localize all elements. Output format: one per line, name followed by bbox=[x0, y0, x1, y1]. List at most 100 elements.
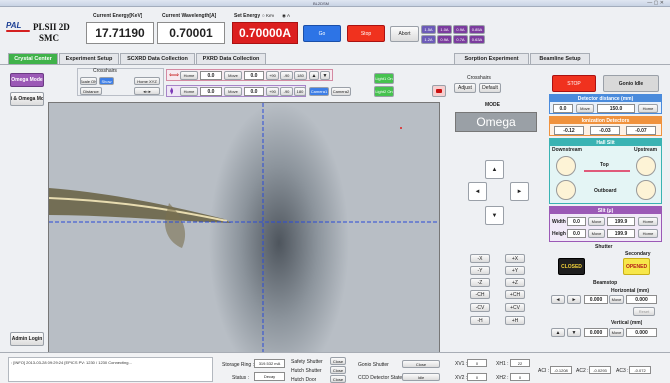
vertical-target[interactable]: 0.000 bbox=[626, 328, 657, 337]
width-target[interactable]: 199.9 bbox=[607, 217, 635, 226]
jog-minus-z[interactable]: -Z bbox=[470, 278, 490, 287]
hutch-shutter-close[interactable]: Close bbox=[330, 366, 346, 374]
detector-target[interactable]: 150.0 bbox=[597, 104, 635, 113]
rotate180-button[interactable]: 180 bbox=[294, 71, 307, 80]
admin-login-button[interactable]: Admin Login bbox=[10, 332, 44, 346]
shutter-closed-button[interactable]: CLOSED bbox=[558, 258, 585, 275]
jog-minus-h[interactable]: -H bbox=[470, 316, 490, 325]
arrows-button[interactable]: ◄▪► bbox=[134, 87, 160, 95]
stop-button[interactable]: Stop bbox=[347, 25, 385, 42]
home-button[interactable]: Home bbox=[180, 71, 198, 80]
height-move-button[interactable]: Move bbox=[588, 229, 605, 238]
hutch-door-close[interactable]: Close bbox=[330, 375, 346, 383]
jog-minus-cv[interactable]: -CV bbox=[470, 303, 490, 312]
camera1-button[interactable]: Camera1 bbox=[309, 87, 329, 96]
aperture-btn[interactable]: 1.0A bbox=[437, 25, 452, 34]
aperture-btn[interactable]: 0.7A bbox=[453, 35, 468, 44]
show-button[interactable]: Show bbox=[99, 77, 114, 85]
minus90-button[interactable]: -90 bbox=[280, 87, 293, 96]
slit-circle-right-bottom[interactable] bbox=[636, 180, 656, 200]
crosshairs-adjust-group: Crosshairs Adjust Default bbox=[452, 75, 507, 96]
detector-home-button[interactable]: Home bbox=[638, 104, 658, 113]
minus90-button[interactable]: -90 bbox=[280, 71, 293, 80]
detector-move-button[interactable]: Move bbox=[576, 104, 594, 113]
height-target[interactable]: 199.9 bbox=[607, 229, 635, 238]
jog-right-button[interactable]: ► bbox=[510, 182, 529, 201]
width-move-button[interactable]: Move bbox=[588, 217, 605, 226]
gonio-idle-button[interactable]: Gonio Idle bbox=[603, 75, 659, 92]
tab-scxrd[interactable]: SCXRD Data Collection bbox=[120, 53, 195, 64]
jog-plus-h[interactable]: +H bbox=[505, 316, 525, 325]
aperture-btn[interactable]: 1.5A bbox=[421, 25, 436, 34]
camera-view[interactable] bbox=[48, 102, 440, 370]
horizontal-left-button[interactable]: ◄ bbox=[551, 295, 565, 304]
shutter-opened-button[interactable]: OPENED bbox=[623, 258, 650, 275]
light1-button[interactable]: Light1 On bbox=[374, 73, 394, 84]
aperture-btn[interactable]: 0.9A bbox=[437, 35, 452, 44]
jog-up-button[interactable]: ▲ bbox=[485, 160, 504, 179]
horizontal-right-button[interactable]: ► bbox=[567, 295, 581, 304]
aperture-btn[interactable]: 0.9A bbox=[453, 25, 468, 34]
width-home-button[interactable]: Home bbox=[638, 217, 658, 226]
vertical-up-button[interactable]: ▲ bbox=[551, 328, 565, 337]
aperture-btn[interactable]: 1.2A bbox=[421, 35, 436, 44]
motor-target[interactable]: 0.0 bbox=[244, 71, 264, 80]
tab-experiment-setup[interactable]: Experiment Setup bbox=[59, 53, 119, 64]
unit-kev-radio[interactable]: ○ KeV bbox=[262, 13, 274, 18]
abort-button[interactable]: Abort bbox=[390, 26, 419, 42]
xv1-value: 0 bbox=[467, 359, 487, 367]
jog-minus-x[interactable]: -X bbox=[470, 254, 490, 263]
jog-plus-x[interactable]: +X bbox=[505, 254, 525, 263]
motor-target[interactable]: 0.0 bbox=[244, 87, 264, 96]
tab-pxrd[interactable]: PXRD Data Collection bbox=[196, 53, 266, 64]
up-arrow-button[interactable]: ▲ bbox=[309, 71, 319, 80]
record-button[interactable] bbox=[432, 85, 446, 97]
go-button[interactable]: Go bbox=[303, 25, 341, 42]
home-button[interactable]: Home bbox=[180, 87, 198, 96]
jog-down-button[interactable]: ▼ bbox=[485, 206, 504, 225]
down-arrow-button[interactable]: ▼ bbox=[320, 71, 330, 80]
slit-circle-left-bottom[interactable] bbox=[556, 180, 576, 200]
phi-omega-mode-button[interactable]: Phi & Omega Mode bbox=[10, 92, 44, 106]
plus90-button[interactable]: +90 bbox=[266, 87, 279, 96]
default-button[interactable]: Default bbox=[479, 83, 501, 93]
set-energy-value[interactable]: 0.70000A bbox=[232, 22, 298, 44]
jog-plus-cv[interactable]: +CV bbox=[505, 303, 525, 312]
move-button[interactable]: Move bbox=[224, 71, 242, 80]
jog-left-button[interactable]: ◄ bbox=[468, 182, 487, 201]
slit-circle-left-top[interactable] bbox=[556, 156, 576, 176]
scale-on-button[interactable]: Scale ON bbox=[80, 77, 97, 85]
vertical-down-button[interactable]: ▼ bbox=[567, 328, 581, 337]
safety-shutter-close[interactable]: Close bbox=[330, 357, 346, 365]
gonio-stop-button[interactable]: STOP bbox=[552, 75, 596, 92]
unit-a-radio[interactable]: ◉ A bbox=[282, 13, 290, 19]
tab-sorption[interactable]: Sorption Experiment bbox=[454, 53, 529, 64]
omega-mode-button[interactable]: Omega Mode bbox=[10, 73, 44, 87]
aperture-btn[interactable]: 0.85A bbox=[469, 25, 485, 34]
horizontal-move-button[interactable]: Move bbox=[609, 295, 624, 304]
light2-button[interactable]: Light2 On bbox=[374, 86, 394, 97]
storage-ring-value: 319.532 mA bbox=[254, 359, 285, 368]
distance-button[interactable]: Distance bbox=[80, 87, 102, 95]
vertical-move-button[interactable]: Move bbox=[609, 328, 624, 337]
jog-plus-y[interactable]: +Y bbox=[505, 266, 525, 275]
jog-minus-y[interactable]: -Y bbox=[470, 266, 490, 275]
slit-circle-right-top[interactable] bbox=[636, 156, 656, 176]
rotate180-button[interactable]: 180 bbox=[294, 87, 306, 96]
jog-plus-z[interactable]: +Z bbox=[505, 278, 525, 287]
adjust-button[interactable]: Adjust bbox=[454, 83, 476, 93]
home-xyz-button[interactable]: Home XYZ bbox=[134, 77, 160, 85]
plus90-button[interactable]: +90 bbox=[266, 71, 279, 80]
horizontal-target[interactable]: 0.000 bbox=[626, 295, 657, 304]
height-home-button[interactable]: Home bbox=[638, 229, 658, 238]
gonio-shutter-close[interactable]: Close bbox=[402, 360, 440, 368]
tab-crystal-center[interactable]: Crystal Center bbox=[8, 53, 58, 64]
camera2-button[interactable]: Camera2 bbox=[331, 87, 351, 96]
reset-button[interactable]: Reset bbox=[633, 307, 655, 316]
jog-plus-ch[interactable]: +CH bbox=[505, 290, 525, 299]
tab-beamline-setup[interactable]: Beamline Setup bbox=[530, 53, 590, 64]
move-button[interactable]: Move bbox=[224, 87, 242, 96]
window-controls[interactable]: — ▢ ✕ bbox=[647, 0, 664, 6]
aperture-btn[interactable]: 0.63A bbox=[469, 35, 485, 44]
jog-minus-ch[interactable]: -CH bbox=[470, 290, 490, 299]
